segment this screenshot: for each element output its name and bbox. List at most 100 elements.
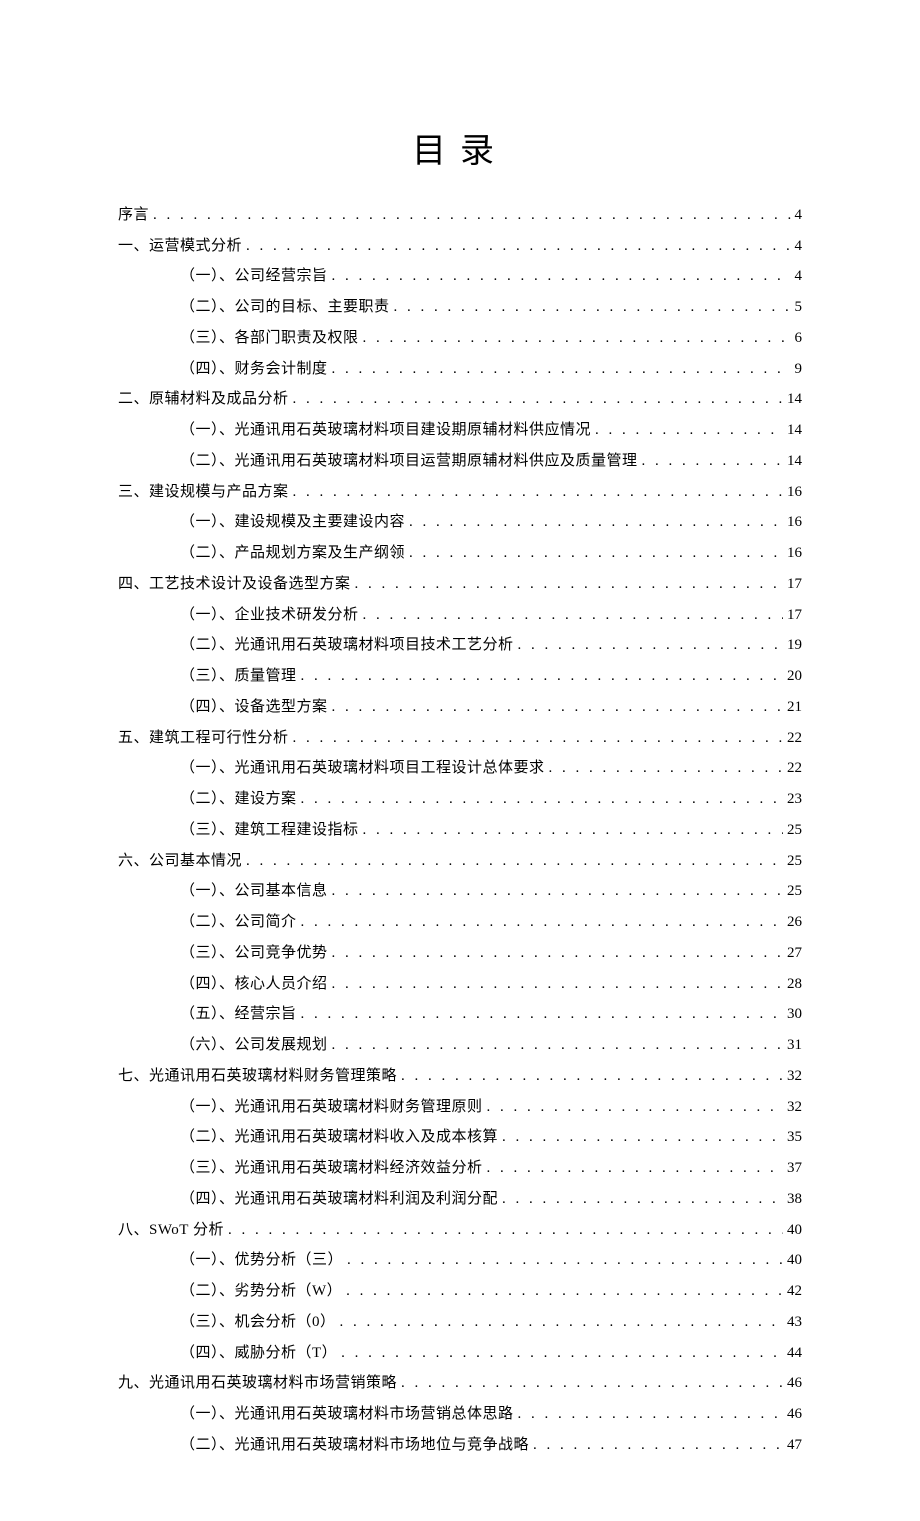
toc-entry-page: 16 bbox=[787, 538, 802, 569]
toc-entry: （四）、核心人员介绍. . . . . . . . . . . . . . . … bbox=[180, 969, 802, 1000]
toc-leader-dots: . . . . . . . . . . . . . . . . . . . . … bbox=[340, 1307, 783, 1338]
toc-leader-dots: . . . . . . . . . . . . . . . . . . . . … bbox=[595, 415, 783, 446]
toc-entry-label: （三）、公司竞争优势 bbox=[180, 938, 328, 969]
toc-entry-label: （二）、光通讯用石英玻璃材料市场地位与竞争战略 bbox=[180, 1430, 529, 1461]
toc-entry-label: 八、SWoT 分析 bbox=[118, 1215, 224, 1246]
toc-entry-label: （二）、公司简介 bbox=[180, 907, 297, 938]
toc-entry-page: 5 bbox=[795, 292, 803, 323]
toc-entry: （三）、质量管理. . . . . . . . . . . . . . . . … bbox=[180, 661, 802, 692]
toc-entry-page: 14 bbox=[787, 446, 802, 477]
toc-entry-label: 二、原辅材料及成品分析 bbox=[118, 384, 289, 415]
toc-entry-label: （二）、光通讯用石英玻璃材料项目技术工艺分析 bbox=[180, 630, 514, 661]
toc-entry-label: 序言 bbox=[118, 200, 149, 231]
toc-entry-label: （二）、光通讯用石英玻璃材料收入及成本核算 bbox=[180, 1122, 498, 1153]
toc-leader-dots: . . . . . . . . . . . . . . . . . . . . … bbox=[246, 231, 790, 262]
toc-entry: （一）、建设规模及主要建设内容. . . . . . . . . . . . .… bbox=[180, 507, 802, 538]
toc-leader-dots: . . . . . . . . . . . . . . . . . . . . … bbox=[332, 938, 783, 969]
toc-leader-dots: . . . . . . . . . . . . . . . . . . . . … bbox=[549, 753, 783, 784]
toc-entry-page: 46 bbox=[787, 1399, 802, 1430]
toc-entry: （三）、光通讯用石英玻璃材料经济效益分析. . . . . . . . . . … bbox=[180, 1153, 802, 1184]
toc-entry-page: 32 bbox=[787, 1061, 802, 1092]
toc-entry-label: （三）、质量管理 bbox=[180, 661, 297, 692]
toc-entry-page: 22 bbox=[787, 723, 802, 754]
toc-entry: （三）、建筑工程建设指标. . . . . . . . . . . . . . … bbox=[180, 815, 802, 846]
toc-leader-dots: . . . . . . . . . . . . . . . . . . . . … bbox=[642, 446, 783, 477]
toc-entry: （一）、企业技术研发分析. . . . . . . . . . . . . . … bbox=[180, 600, 802, 631]
toc-entry-page: 42 bbox=[787, 1276, 802, 1307]
toc-leader-dots: . . . . . . . . . . . . . . . . . . . . … bbox=[293, 477, 783, 508]
toc-entry: （三）、公司竞争优势. . . . . . . . . . . . . . . … bbox=[180, 938, 802, 969]
toc-entry: 八、SWoT 分析. . . . . . . . . . . . . . . .… bbox=[118, 1215, 802, 1246]
toc-entry: 九、光通讯用石英玻璃材料市场营销策略. . . . . . . . . . . … bbox=[118, 1368, 802, 1399]
toc-entry: （二）、光通讯用石英玻璃材料市场地位与竞争战略. . . . . . . . .… bbox=[180, 1430, 802, 1461]
toc-entry-label: （一）、企业技术研发分析 bbox=[180, 600, 359, 631]
toc-entry-label: （二）、光通讯用石英玻璃材料项目运营期原辅材料供应及质量管理 bbox=[180, 446, 638, 477]
toc-entry: 序言. . . . . . . . . . . . . . . . . . . … bbox=[118, 200, 802, 231]
toc-entry-label: （三）、建筑工程建设指标 bbox=[180, 815, 359, 846]
toc-entry: （一）、光通讯用石英玻璃材料市场营销总体思路. . . . . . . . . … bbox=[180, 1399, 802, 1430]
toc-entry: （五）、经营宗旨. . . . . . . . . . . . . . . . … bbox=[180, 999, 802, 1030]
toc-leader-dots: . . . . . . . . . . . . . . . . . . . . … bbox=[409, 507, 783, 538]
toc-entry: （二）、公司简介. . . . . . . . . . . . . . . . … bbox=[180, 907, 802, 938]
toc-leader-dots: . . . . . . . . . . . . . . . . . . . . … bbox=[346, 1276, 783, 1307]
toc-entry-label: （四）、威胁分析（T） bbox=[180, 1338, 337, 1369]
toc-leader-dots: . . . . . . . . . . . . . . . . . . . . … bbox=[332, 692, 783, 723]
toc-entry: （二）、建设方案. . . . . . . . . . . . . . . . … bbox=[180, 784, 802, 815]
toc-entry-label: （一）、公司基本信息 bbox=[180, 876, 328, 907]
toc-entry-page: 21 bbox=[787, 692, 802, 723]
toc-entry-label: （三）、各部门职责及权限 bbox=[180, 323, 359, 354]
toc-entry-page: 20 bbox=[787, 661, 802, 692]
toc-entry-page: 16 bbox=[787, 507, 802, 538]
toc-entry-page: 4 bbox=[795, 231, 803, 262]
toc-entry: （二）、公司的目标、主要职责. . . . . . . . . . . . . … bbox=[180, 292, 802, 323]
toc-leader-dots: . . . . . . . . . . . . . . . . . . . . … bbox=[332, 969, 783, 1000]
toc-title: 目录 bbox=[118, 123, 802, 172]
toc-entry-label: 一、运营模式分析 bbox=[118, 231, 242, 262]
toc-entry-page: 17 bbox=[787, 600, 802, 631]
toc-entry-label: （四）、财务会计制度 bbox=[180, 354, 328, 385]
toc-entry: 四、工艺技术设计及设备选型方案. . . . . . . . . . . . .… bbox=[118, 569, 802, 600]
toc-entry-page: 37 bbox=[787, 1153, 802, 1184]
toc-entry-page: 30 bbox=[787, 999, 802, 1030]
document-page: 目录 序言. . . . . . . . . . . . . . . . . .… bbox=[0, 0, 920, 1521]
toc-leader-dots: . . . . . . . . . . . . . . . . . . . . … bbox=[153, 200, 790, 231]
toc-entry-label: （三）、光通讯用石英玻璃材料经济效益分析 bbox=[180, 1153, 483, 1184]
toc-entry-page: 46 bbox=[787, 1368, 802, 1399]
toc-entry: 三、建设规模与产品方案. . . . . . . . . . . . . . .… bbox=[118, 477, 802, 508]
toc-entry: （一）、公司经营宗旨. . . . . . . . . . . . . . . … bbox=[180, 261, 802, 292]
toc-list: 序言. . . . . . . . . . . . . . . . . . . … bbox=[118, 200, 802, 1461]
toc-entry-label: （一）、光通讯用石英玻璃材料财务管理原则 bbox=[180, 1092, 483, 1123]
toc-leader-dots: . . . . . . . . . . . . . . . . . . . . … bbox=[355, 569, 783, 600]
toc-entry-label: （一）、光通讯用石英玻璃材料项目工程设计总体要求 bbox=[180, 753, 545, 784]
toc-entry-page: 27 bbox=[787, 938, 802, 969]
toc-entry-label: （四）、设备选型方案 bbox=[180, 692, 328, 723]
toc-leader-dots: . . . . . . . . . . . . . . . . . . . . … bbox=[301, 784, 783, 815]
toc-entry: 一、运营模式分析. . . . . . . . . . . . . . . . … bbox=[118, 231, 802, 262]
toc-entry: 六、公司基本情况. . . . . . . . . . . . . . . . … bbox=[118, 846, 802, 877]
toc-entry-page: 25 bbox=[787, 876, 802, 907]
toc-entry-page: 43 bbox=[787, 1307, 802, 1338]
toc-entry: （二）、光通讯用石英玻璃材料收入及成本核算. . . . . . . . . .… bbox=[180, 1122, 802, 1153]
toc-entry-page: 14 bbox=[787, 415, 802, 446]
toc-leader-dots: . . . . . . . . . . . . . . . . . . . . … bbox=[293, 723, 783, 754]
toc-entry-page: 4 bbox=[795, 200, 803, 231]
toc-entry-label: （五）、经营宗旨 bbox=[180, 999, 297, 1030]
toc-entry-page: 26 bbox=[787, 907, 802, 938]
toc-leader-dots: . . . . . . . . . . . . . . . . . . . . … bbox=[301, 661, 783, 692]
toc-entry: （二）、光通讯用石英玻璃材料项目技术工艺分析. . . . . . . . . … bbox=[180, 630, 802, 661]
toc-entry-page: 9 bbox=[795, 354, 803, 385]
toc-entry: 二、原辅材料及成品分析. . . . . . . . . . . . . . .… bbox=[118, 384, 802, 415]
toc-entry: （一）、光通讯用石英玻璃材料项目建设期原辅材料供应情况. . . . . . .… bbox=[180, 415, 802, 446]
toc-leader-dots: . . . . . . . . . . . . . . . . . . . . … bbox=[518, 630, 783, 661]
toc-entry: （一）、公司基本信息. . . . . . . . . . . . . . . … bbox=[180, 876, 802, 907]
toc-entry-page: 38 bbox=[787, 1184, 802, 1215]
toc-leader-dots: . . . . . . . . . . . . . . . . . . . . … bbox=[332, 354, 791, 385]
toc-leader-dots: . . . . . . . . . . . . . . . . . . . . … bbox=[401, 1368, 783, 1399]
toc-leader-dots: . . . . . . . . . . . . . . . . . . . . … bbox=[409, 538, 783, 569]
toc-leader-dots: . . . . . . . . . . . . . . . . . . . . … bbox=[363, 323, 791, 354]
toc-entry-page: 25 bbox=[787, 846, 802, 877]
toc-entry: （三）、各部门职责及权限. . . . . . . . . . . . . . … bbox=[180, 323, 802, 354]
toc-leader-dots: . . . . . . . . . . . . . . . . . . . . … bbox=[332, 261, 791, 292]
toc-entry-label: 六、公司基本情况 bbox=[118, 846, 242, 877]
toc-entry: （四）、光通讯用石英玻璃材料利润及利润分配. . . . . . . . . .… bbox=[180, 1184, 802, 1215]
